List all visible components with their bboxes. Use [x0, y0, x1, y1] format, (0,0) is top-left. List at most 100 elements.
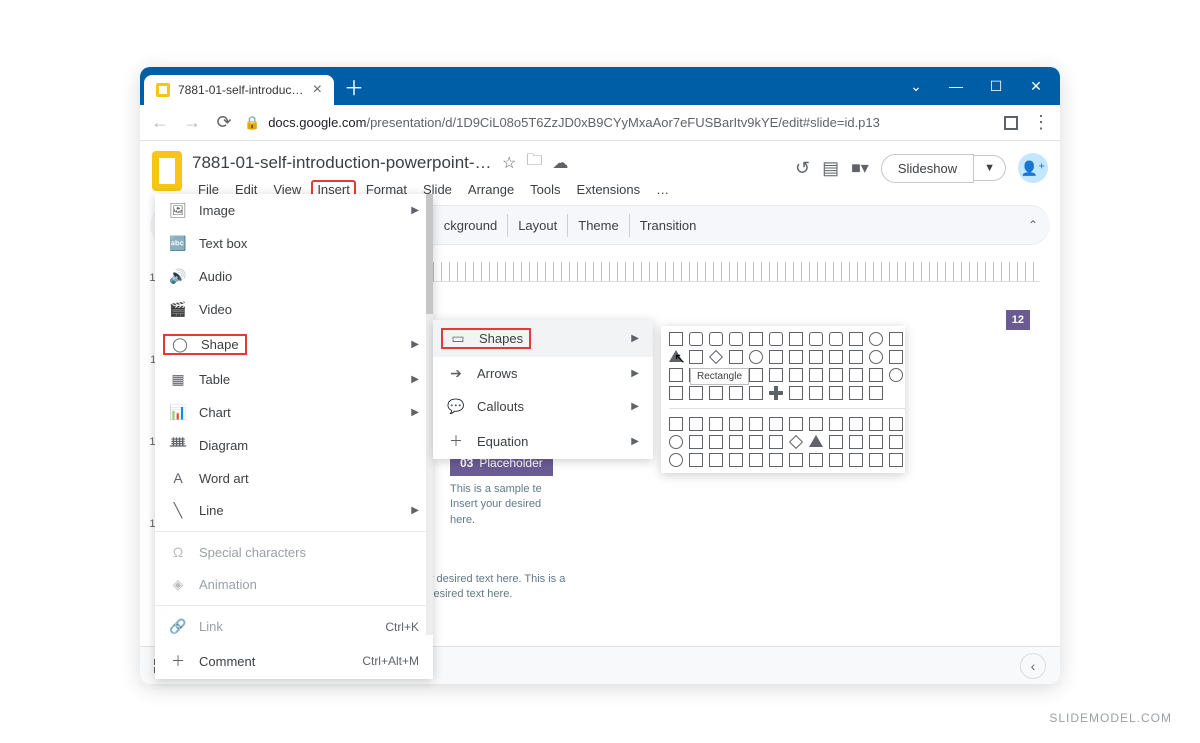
shape-option[interactable] — [669, 435, 683, 449]
menu-extensions[interactable]: Extensions — [571, 180, 647, 199]
shape-option[interactable] — [869, 453, 883, 467]
shape-option[interactable] — [749, 350, 763, 364]
shape-option[interactable] — [769, 332, 783, 346]
shape-option[interactable] — [789, 350, 803, 364]
insert-item-word-art[interactable]: AWord art — [155, 462, 433, 494]
insert-item-video[interactable]: 🎬Video — [155, 293, 433, 326]
shape-option[interactable] — [769, 453, 783, 467]
doc-title[interactable]: 7881-01-self-introduction-powerpoint-tem… — [192, 153, 492, 173]
shape-option[interactable] — [789, 417, 803, 431]
shape-option[interactable] — [709, 332, 723, 346]
menu-tools[interactable]: Tools — [524, 180, 566, 199]
install-app-icon[interactable] — [1000, 112, 1022, 134]
shape-option[interactable] — [769, 350, 783, 364]
shape-option[interactable] — [669, 332, 683, 346]
minimize-button[interactable]: — — [936, 67, 976, 105]
shape-option[interactable] — [809, 417, 823, 431]
history-icon[interactable]: ↺ — [795, 158, 810, 179]
star-icon[interactable]: ☆ — [502, 153, 516, 173]
shape-option[interactable] — [729, 435, 743, 449]
shape-option[interactable] — [809, 435, 823, 447]
shape-cat-arrows[interactable]: ➔Arrows▶ — [433, 357, 653, 390]
shape-option[interactable] — [749, 368, 763, 382]
shape-option[interactable] — [809, 453, 823, 467]
shape-option[interactable] — [829, 350, 843, 364]
shape-option[interactable] — [669, 417, 683, 431]
toolbar-transition[interactable]: Transition — [629, 214, 707, 237]
insert-item-chart[interactable]: 📊Chart▶ — [155, 396, 433, 429]
meet-button[interactable]: ■▾ — [851, 158, 869, 178]
shape-option[interactable] — [689, 386, 703, 400]
shape-option[interactable] — [789, 368, 803, 382]
insert-item-comment[interactable]: ＋CommentCtrl+Alt+M — [155, 643, 433, 679]
shape-option[interactable] — [769, 435, 783, 449]
shape-option[interactable] — [689, 350, 703, 364]
back-button[interactable]: ← — [148, 112, 172, 133]
shape-option[interactable] — [789, 332, 803, 346]
browser-tab[interactable]: 7881-01-self-introduction-powe × — [144, 75, 334, 105]
shape-option[interactable] — [729, 350, 743, 364]
shape-option[interactable] — [669, 453, 683, 467]
shape-option[interactable] — [709, 453, 723, 467]
toolbar-theme[interactable]: Theme — [567, 214, 628, 237]
shape-option[interactable] — [809, 350, 823, 364]
slideshow-dropdown-button[interactable]: ▼ — [974, 155, 1006, 181]
shape-option[interactable] — [889, 435, 903, 449]
shape-option[interactable] — [749, 332, 763, 346]
shape-option[interactable] — [729, 386, 743, 400]
shape-option[interactable] — [729, 453, 743, 467]
close-button[interactable]: ✕ — [1016, 67, 1056, 105]
shape-option[interactable] — [669, 386, 683, 400]
shape-option[interactable] — [869, 435, 883, 449]
shape-option[interactable] — [729, 332, 743, 346]
shape-option[interactable] — [689, 435, 703, 449]
shape-option[interactable] — [829, 417, 843, 431]
shape-option[interactable] — [869, 350, 883, 364]
move-icon[interactable]: 🗀 — [526, 149, 542, 176]
shape-option[interactable] — [809, 386, 823, 400]
shape-option[interactable] — [689, 332, 703, 346]
explore-button[interactable]: ‹ — [1020, 653, 1046, 679]
shape-option[interactable] — [849, 417, 863, 431]
shape-option[interactable] — [789, 453, 803, 467]
insert-item-text-box[interactable]: 🔤Text box — [155, 227, 433, 260]
shape-option[interactable] — [749, 435, 763, 449]
shape-option[interactable] — [769, 386, 783, 400]
shape-option[interactable] — [809, 368, 823, 382]
shape-option[interactable] — [729, 417, 743, 431]
insert-item-line[interactable]: ╲Line▶ — [155, 494, 433, 527]
shape-option[interactable] — [829, 386, 843, 400]
dropdown-scrollbar[interactable] — [426, 194, 433, 635]
new-tab-button[interactable]: ＋ — [344, 72, 364, 101]
shape-option[interactable] — [849, 368, 863, 382]
shape-option[interactable] — [769, 368, 783, 382]
shape-option[interactable] — [789, 435, 803, 449]
shape-option[interactable] — [889, 368, 903, 382]
shape-option[interactable] — [869, 417, 883, 431]
shape-option[interactable] — [689, 417, 703, 431]
shape-option[interactable] — [829, 368, 843, 382]
shape-option[interactable] — [889, 417, 903, 431]
url-field[interactable]: 🔒 docs.google.com/presentation/d/1D9CiL0… — [244, 115, 992, 131]
share-button[interactable]: 👤⁺ — [1018, 153, 1048, 183]
insert-item-diagram[interactable]: ᚙDiagram — [155, 429, 433, 462]
insert-item-audio[interactable]: 🔊Audio — [155, 260, 433, 293]
shape-option[interactable] — [849, 350, 863, 364]
toolbar-layout[interactable]: Layout — [507, 214, 567, 237]
toolbar-ckground[interactable]: ckground — [434, 214, 507, 237]
shape-option[interactable] — [709, 435, 723, 449]
shape-option[interactable] — [869, 386, 883, 400]
shape-option[interactable] — [889, 453, 903, 467]
shape-option[interactable] — [869, 368, 883, 382]
menu-…[interactable]: … — [650, 180, 675, 199]
shape-option[interactable] — [709, 350, 723, 364]
tab-close-icon[interactable]: × — [313, 81, 322, 99]
kebab-menu-icon[interactable]: ⋮ — [1030, 112, 1052, 134]
insert-item-table[interactable]: ▦Table▶ — [155, 363, 433, 396]
shape-option[interactable] — [749, 386, 763, 400]
shape-option[interactable] — [709, 417, 723, 431]
slideshow-button[interactable]: Slideshow — [881, 154, 974, 183]
shape-option[interactable] — [849, 435, 863, 449]
shape-option[interactable] — [889, 350, 903, 364]
shape-option[interactable] — [769, 417, 783, 431]
